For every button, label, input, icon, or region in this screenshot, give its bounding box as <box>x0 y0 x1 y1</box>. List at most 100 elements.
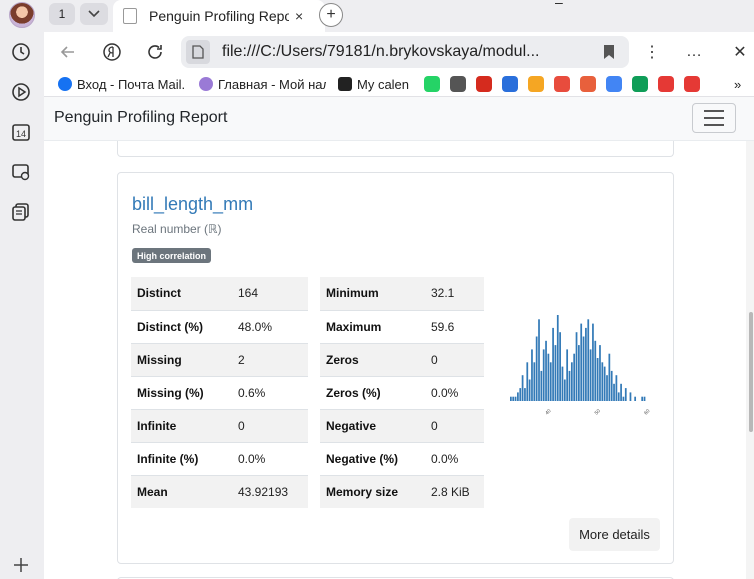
histogram-bar <box>613 383 615 401</box>
histogram-bar <box>559 332 561 401</box>
histogram-bar <box>524 388 526 401</box>
bookmark-site-icon[interactable] <box>684 76 700 92</box>
variable-type: Real number (ℝ) <box>132 222 222 236</box>
scrollbar-thumb[interactable] <box>749 312 753 432</box>
bookmark-icon[interactable] <box>603 44 615 60</box>
bookmark-site-icon[interactable] <box>502 76 518 92</box>
previous-variable-card <box>117 141 674 157</box>
bookmark-mail[interactable]: Вход - Почта Mail. <box>58 75 188 93</box>
stat-value: 0.0% <box>425 375 484 409</box>
stat-key: Zeros <box>320 342 425 376</box>
histogram-bar <box>589 349 592 401</box>
more-bookmarks-button[interactable]: » <box>734 75 750 93</box>
histogram-bar <box>512 396 515 401</box>
stat-row: Infinite 0 <box>131 408 308 442</box>
stat-key: Distinct (%) <box>131 309 232 343</box>
stat-key: Zeros (%) <box>320 375 425 409</box>
calendar-bookmark-icon <box>338 77 352 91</box>
bookmark-site-icon[interactable] <box>476 76 492 92</box>
bookmark-site-icon[interactable] <box>632 76 648 92</box>
calendar-day: 14 <box>16 129 26 139</box>
histogram-bar <box>531 349 533 401</box>
histogram-bar <box>538 319 540 401</box>
stat-value: 0 <box>232 408 308 442</box>
minimize-button[interactable]: – <box>555 0 563 10</box>
tab-title: Penguin Profiling Report <box>149 8 289 24</box>
stat-row: Negative 0 <box>320 408 484 442</box>
histogram-bar <box>585 327 587 401</box>
screenshot-icon[interactable] <box>10 161 32 183</box>
profile-avatar[interactable] <box>9 2 35 28</box>
histogram-bar <box>554 345 557 401</box>
stat-value: 0 <box>425 342 484 376</box>
back-button[interactable] <box>56 40 80 64</box>
bookmark-site-icon[interactable] <box>606 76 622 92</box>
tab-active[interactable]: Penguin Profiling Report × <box>113 0 325 32</box>
stats-table-right: Minimum 32.1 Maximum 59.6 Zeros 0 Zeros (%) 0.0… <box>320 277 484 508</box>
yandex-button[interactable] <box>100 40 124 64</box>
mail-icon <box>58 77 72 91</box>
stat-key: Negative (%) <box>320 441 425 475</box>
bookmark-site-icon[interactable] <box>450 76 466 92</box>
address-bar[interactable]: file:///C:/Users/79181/n.brykovskaya/mod… <box>181 36 629 68</box>
add-panel-icon[interactable] <box>10 554 32 576</box>
play-icon[interactable] <box>10 81 32 103</box>
bookmark-site-icon[interactable] <box>528 76 544 92</box>
histogram-bar <box>603 366 606 401</box>
bookmark-site-icon[interactable] <box>658 76 674 92</box>
stat-value: 0 <box>425 408 484 442</box>
histogram-bar <box>573 353 576 401</box>
overflow-button[interactable]: … <box>682 40 706 64</box>
stat-key: Missing (%) <box>131 375 232 409</box>
tab-close-icon[interactable]: × <box>295 8 303 24</box>
stat-row: Distinct (%) 48.0% <box>131 309 308 343</box>
bookmark-site-icon[interactable] <box>424 76 440 92</box>
close-window-button[interactable]: ✕ <box>728 40 752 64</box>
stat-row: Zeros (%) 0.0% <box>320 375 484 409</box>
reload-button[interactable] <box>143 40 167 64</box>
bookmark-label: Главная - Мой нал <box>218 76 326 92</box>
bookmark-site-icon[interactable] <box>580 76 596 92</box>
bookmark-site-icon[interactable] <box>554 76 570 92</box>
stat-key: Distinct <box>131 277 232 310</box>
browser-menu-button[interactable]: ⋮ <box>640 40 664 64</box>
histogram-bar <box>540 370 543 401</box>
stat-value: 164 <box>232 277 308 310</box>
histogram-bar <box>528 379 531 401</box>
report-content: bill_length_mm Real number (ℝ) High corr… <box>44 141 754 579</box>
report-brand[interactable]: Penguin Profiling Report <box>54 109 227 127</box>
yandex-logo-icon <box>103 43 121 61</box>
stat-row: Distinct 164 <box>131 277 308 310</box>
histogram-bar <box>514 396 517 401</box>
stat-key: Mean <box>131 474 232 508</box>
histogram-bar <box>592 323 594 401</box>
report-navbar: Penguin Profiling Report <box>44 97 754 141</box>
histogram-bar <box>535 336 538 401</box>
histogram-bar <box>643 396 646 401</box>
stats-table-left: Distinct 164 Distinct (%) 48.0% Missing 2 Miss… <box>131 277 308 508</box>
nav-toggle-button[interactable] <box>692 103 736 133</box>
tab-count-button[interactable]: 1 <box>49 3 75 25</box>
history-icon[interactable] <box>10 41 32 63</box>
histogram-bar <box>599 345 601 401</box>
calendar-icon[interactable]: 14 <box>10 121 32 143</box>
histogram-bar <box>526 362 529 401</box>
histogram-bar <box>561 366 564 401</box>
tab-list-button[interactable] <box>80 3 108 25</box>
histogram-bar <box>601 362 604 401</box>
histogram-bar <box>570 362 573 401</box>
bookmark-nalog[interactable]: Главная - Мой нал <box>199 75 326 93</box>
address-url: file:///C:/Users/79181/n.brykovskaya/mod… <box>222 43 540 60</box>
histogram-chart: 40 50 60 <box>510 315 652 416</box>
variable-name-link[interactable]: bill_length_mm <box>132 194 253 215</box>
stat-key: Negative <box>320 408 425 442</box>
browser-sidebar: 14 <box>0 0 44 579</box>
new-tab-button[interactable]: + <box>319 3 343 27</box>
bookmark-calendar[interactable]: My calen <box>338 75 412 93</box>
stat-row: Zeros 0 <box>320 342 484 376</box>
collections-icon[interactable] <box>10 201 32 223</box>
more-details-button[interactable]: More details <box>569 518 660 551</box>
bookmark-label: My calen <box>357 76 410 92</box>
stat-value: 2.8 KiB <box>425 474 484 508</box>
arrow-left-icon <box>60 46 74 58</box>
